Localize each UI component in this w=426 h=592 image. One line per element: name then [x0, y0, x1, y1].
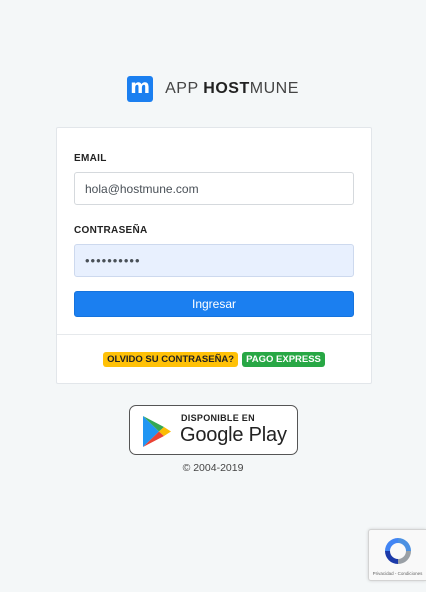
google-play-icon	[143, 416, 171, 447]
email-label: EMAIL	[74, 153, 107, 164]
brand-prefix: APP	[165, 80, 204, 97]
recaptcha-text: Privacidad - Condiciones	[372, 571, 423, 576]
recaptcha-badge[interactable]: Privacidad - Condiciones	[368, 529, 426, 581]
recaptcha-icon	[385, 538, 411, 564]
app-brand-name: APP HOSTMUNE	[165, 80, 299, 98]
password-field[interactable]	[74, 244, 354, 277]
app-logo-icon: m	[127, 76, 154, 102]
store-badge-main: Google Play	[180, 424, 287, 446]
card-links: OLVIDO SU CONTRASEÑA? PAGO EXPRESS	[57, 352, 371, 367]
email-field[interactable]	[74, 172, 354, 205]
card-divider	[57, 334, 371, 335]
google-play-button[interactable]: DISPONIBLE EN Google Play	[129, 405, 298, 455]
app-logo: m APP HOSTMUNE	[0, 76, 426, 102]
brand-suffix: MUNE	[249, 80, 299, 97]
brand-bold: HOST	[203, 80, 250, 97]
copyright-text: © 2004-2019	[182, 462, 244, 474]
login-button[interactable]: Ingresar	[74, 291, 354, 317]
forgot-password-link[interactable]: OLVIDO SU CONTRASEÑA?	[103, 352, 239, 367]
password-label: CONTRASEÑA	[74, 225, 148, 236]
login-card: EMAIL CONTRASEÑA Ingresar OLVIDO SU CONT…	[56, 127, 372, 384]
express-payment-link[interactable]: PAGO EXPRESS	[242, 352, 325, 367]
store-badge-top: DISPONIBLE EN	[181, 413, 255, 423]
